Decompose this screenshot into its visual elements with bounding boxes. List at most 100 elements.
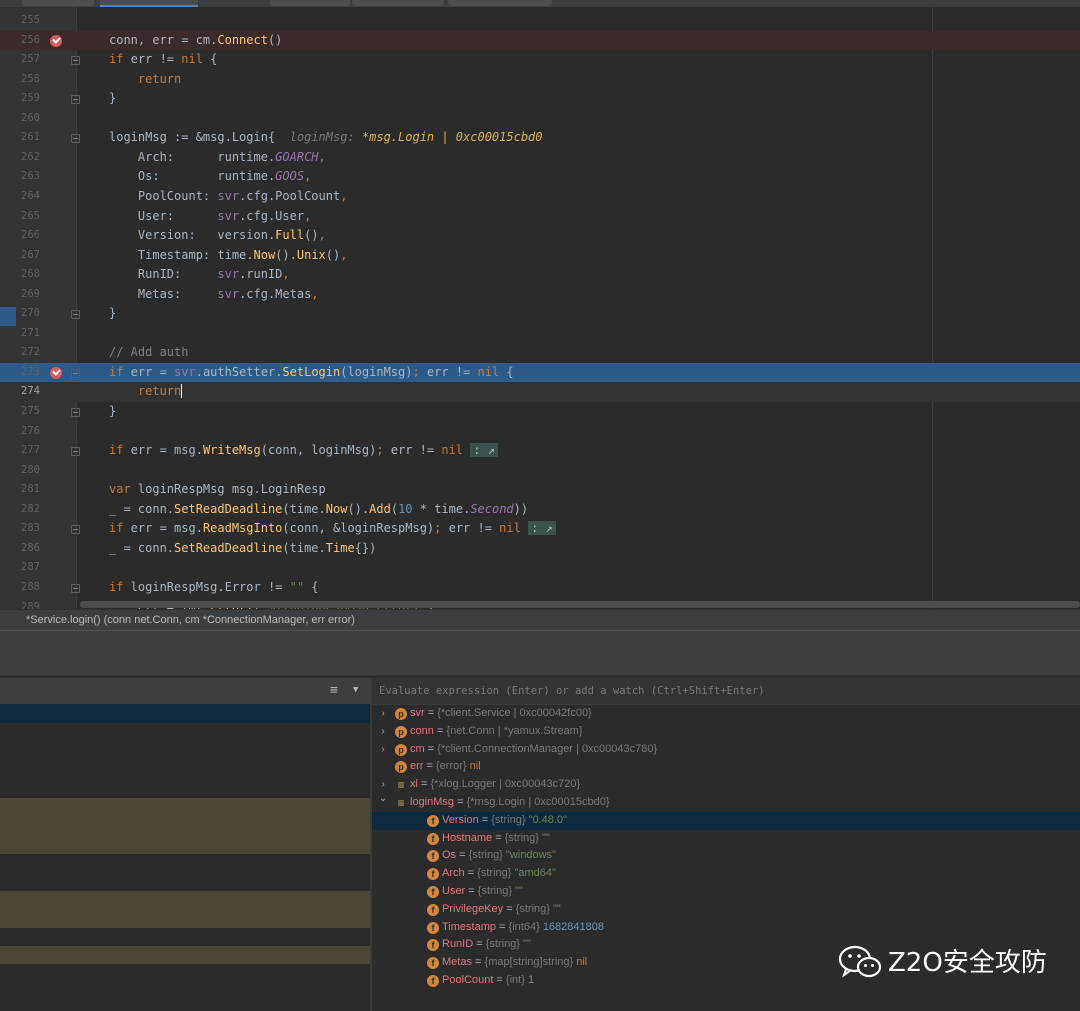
fold-icon[interactable] [71,447,80,457]
code-line[interactable]: 262 Arch: runtime.GOARCH, [0,148,1080,168]
code-line[interactable]: 257 if err != nil { [0,50,1080,70]
code-line[interactable]: 261 loginMsg := &msg.Login{ loginMsg: *ms… [0,128,1080,148]
stack-frame-row[interactable] [0,854,370,891]
equals-sign: = [496,920,509,933]
variable-type: {map[string]string} [484,956,574,969]
breakpoint-icon[interactable] [50,366,62,379]
code-line[interactable]: 259} [0,89,1080,109]
editor-tab[interactable] [448,0,552,6]
code-line[interactable]: 266 Version: version.Full(), [0,226,1080,246]
variable-row[interactable]: › p conn = {net.Conn | *yamux.Stream} [372,723,1080,741]
dropdown-arrow-icon[interactable]: ▼ [353,685,358,695]
stack-frame-row[interactable] [0,723,370,760]
code-line[interactable]: 260 [0,109,1080,129]
code-line[interactable]: 273 if err = svr.authSetter.SetLogin(logi… [0,362,1080,383]
variable-row[interactable]: › ≡ xl = {*xlog.Logger | 0xc00043c720} [372,776,1080,794]
stack-frame-row[interactable] [0,760,370,798]
code-line[interactable]: 280 [0,461,1080,481]
field-icon: f [427,886,439,898]
breadcrumb[interactable]: *Service.login() (conn net.Conn, cm *Con… [26,610,355,630]
stack-frame-row[interactable] [0,704,370,723]
code-line[interactable]: 286 _ = conn.SetReadDeadline(time.Time{}) [0,539,1080,559]
variable-row[interactable]: › p svr = {*client.Service | 0xc00042fc00} [372,705,1080,723]
code-line[interactable]: 258 return [0,70,1080,90]
code-line[interactable]: 270} [0,304,1080,324]
list-view-icon[interactable]: ≡ [330,683,338,698]
variable-row[interactable]: f Arch = {string} "amd64" [372,865,1080,883]
code-token: Time [325,540,355,555]
code-editor[interactable]: 255 256 conn, err = cm.Connect() 257 if err … [0,7,1080,609]
fold-icon[interactable] [71,368,80,378]
code-line[interactable]: 275} [0,402,1080,422]
editor-tab[interactable] [352,0,444,6]
code-line[interactable]: 288 if loginRespMsg.Error != "" { [0,578,1080,598]
variable-row[interactable]: f PrivilegeKey = {string} "" [372,901,1080,919]
stack-frame-row[interactable] [0,798,370,854]
code-token: { [304,579,319,594]
variable-row[interactable]: f Hostname = {string} "" [372,830,1080,848]
code-line[interactable]: 256 conn, err = cm.Connect() [0,30,1080,51]
expand-arrow-icon[interactable]: › [378,723,388,741]
variable-row[interactable]: f User = {string} "" [372,883,1080,901]
fold-icon[interactable] [71,525,80,535]
variable-row[interactable]: f Version = {string} "0.48.0" [372,811,1080,830]
variable-row[interactable]: p err = {error} nil [372,758,1080,776]
editor-tab-strip[interactable] [0,0,1080,7]
stack-frame-row[interactable] [0,891,370,928]
horizontal-scrollbar[interactable] [80,601,1080,608]
collapse-arrow-icon[interactable]: ⌄ [378,790,388,808]
code-line[interactable]: 274 return [0,382,1080,402]
evaluate-placeholder[interactable]: Evaluate expression (Enter) or add a wat… [379,681,765,701]
code-token: (conn, &loginRespMsg) [282,521,435,536]
code-text: RunID: svr.runID, [109,265,290,285]
code-text: } [109,89,116,109]
line-number: 268 [21,268,40,281]
line-number: 286 [21,541,40,554]
code-token: err = [123,364,175,379]
variable-type: {int64} [508,920,540,933]
code-token: svr [174,364,196,379]
code-line[interactable]: 282 _ = conn.SetReadDeadline(time.Now().A… [0,500,1080,520]
fold-icon[interactable] [71,56,80,66]
code-line[interactable]: 281 var loginRespMsg msg.LoginResp [0,480,1080,500]
line-number: 282 [21,502,40,515]
variable-row[interactable]: › p cm = {*client.ConnectionManager | 0xc0… [372,741,1080,759]
variable-row[interactable]: f Timestamp = {int64} 1682841808 [372,919,1080,937]
code-line[interactable]: 272 // Add auth [0,343,1080,363]
code-line[interactable]: 277 if err = msg.WriteMsg(conn, loginMsg)… [0,441,1080,461]
line-number: 289 [21,600,40,610]
variable-row[interactable]: f Os = {string} "windows" [372,847,1080,865]
code-line[interactable]: 287 [0,558,1080,578]
code-line[interactable]: 268 RunID: svr.runID, [0,265,1080,285]
code-line[interactable]: 264 PoolCount: svr.cfg.PoolCount, [0,187,1080,207]
breakpoint-icon[interactable] [50,34,62,47]
code-line[interactable]: 269 Metas: svr.cfg.Metas, [0,285,1080,305]
code-line[interactable]: 276 [0,422,1080,442]
fold-icon[interactable] [71,134,80,144]
editor-tab[interactable] [270,0,350,6]
variable-type: {int} [505,974,525,986]
line-number: 266 [21,229,40,242]
code-line[interactable]: 283 if err = msg.ReadMsgInto(conn, &login… [0,519,1080,539]
expand-arrow-icon[interactable]: › [378,705,388,723]
expand-arrow-icon[interactable]: › [378,741,388,759]
code-token: Arch: runtime. [109,149,276,164]
code-line[interactable]: 271 [0,324,1080,344]
code-line[interactable]: 255 [0,11,1080,31]
fold-icon[interactable] [71,583,80,593]
code-token: loginRespMsg msg. [130,482,261,497]
stack-frame-row[interactable] [0,928,370,946]
line-number: 274 [21,385,40,398]
code-line[interactable]: 263 Os: runtime.GOOS, [0,167,1080,187]
code-line[interactable]: 267 Timestamp: time.Now().Unix(), [0,246,1080,266]
fold-icon[interactable] [71,95,80,105]
editor-tab[interactable] [22,0,94,6]
variable-row[interactable]: ⌄ ≡ loginMsg = {*msg.Login | 0xc00015cbd0} [372,793,1080,812]
stack-frame-row[interactable] [0,946,370,964]
code-token: , [304,169,312,184]
variable-name: err [410,760,424,773]
code-token: svr [217,267,240,282]
code-line[interactable]: 265 User: svr.cfg.User, [0,207,1080,227]
fold-icon[interactable] [71,408,80,417]
fold-icon[interactable] [71,310,80,320]
